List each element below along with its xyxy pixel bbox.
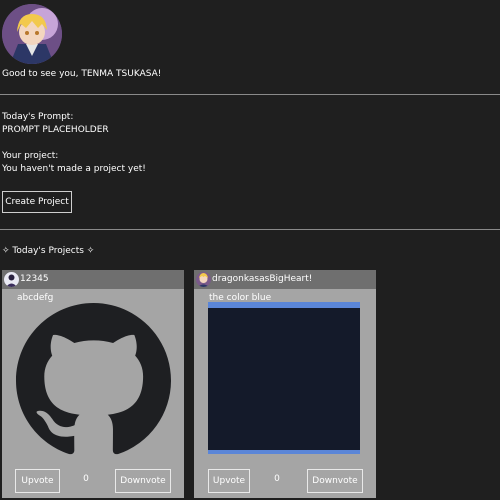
project-status: You haven't made a project yet! [2, 164, 146, 174]
author-avatar [4, 272, 19, 287]
prompt-text: PROMPT PLACEHOLDER [2, 125, 109, 135]
project-heading: Your project: [2, 151, 59, 161]
author-name[interactable]: 12345 [20, 274, 49, 284]
upvote-button[interactable]: Upvote [208, 469, 250, 493]
divider [0, 229, 500, 230]
project-card: 12345 abcdefg Upvote 0 Downvote [2, 270, 184, 498]
project-canvas-image [208, 302, 360, 457]
create-project-button[interactable]: Create Project [2, 191, 72, 213]
divider [0, 94, 500, 95]
greeting-text: Good to see you, TENMA TSUKASA! [2, 69, 162, 79]
upvote-button[interactable]: Upvote [15, 469, 60, 493]
section-title: ✧ Today's Projects ✧ [2, 246, 95, 256]
github-icon [15, 303, 172, 461]
author-name[interactable]: dragonkasasBigHeart! [212, 274, 312, 284]
prompt-heading: Today's Prompt: [2, 112, 74, 122]
user-avatar [2, 4, 62, 64]
vote-count: 0 [83, 474, 89, 484]
card-header: dragonkasasBigHeart! [194, 270, 376, 289]
project-title: abcdefg [17, 293, 54, 303]
project-card: dragonkasasBigHeart! the color blue Upvo… [194, 270, 376, 498]
downvote-button[interactable]: Downvote [115, 469, 171, 493]
vote-count: 0 [274, 474, 280, 484]
downvote-button[interactable]: Downvote [307, 469, 363, 493]
author-avatar [196, 272, 211, 287]
card-header: 12345 [2, 270, 184, 289]
